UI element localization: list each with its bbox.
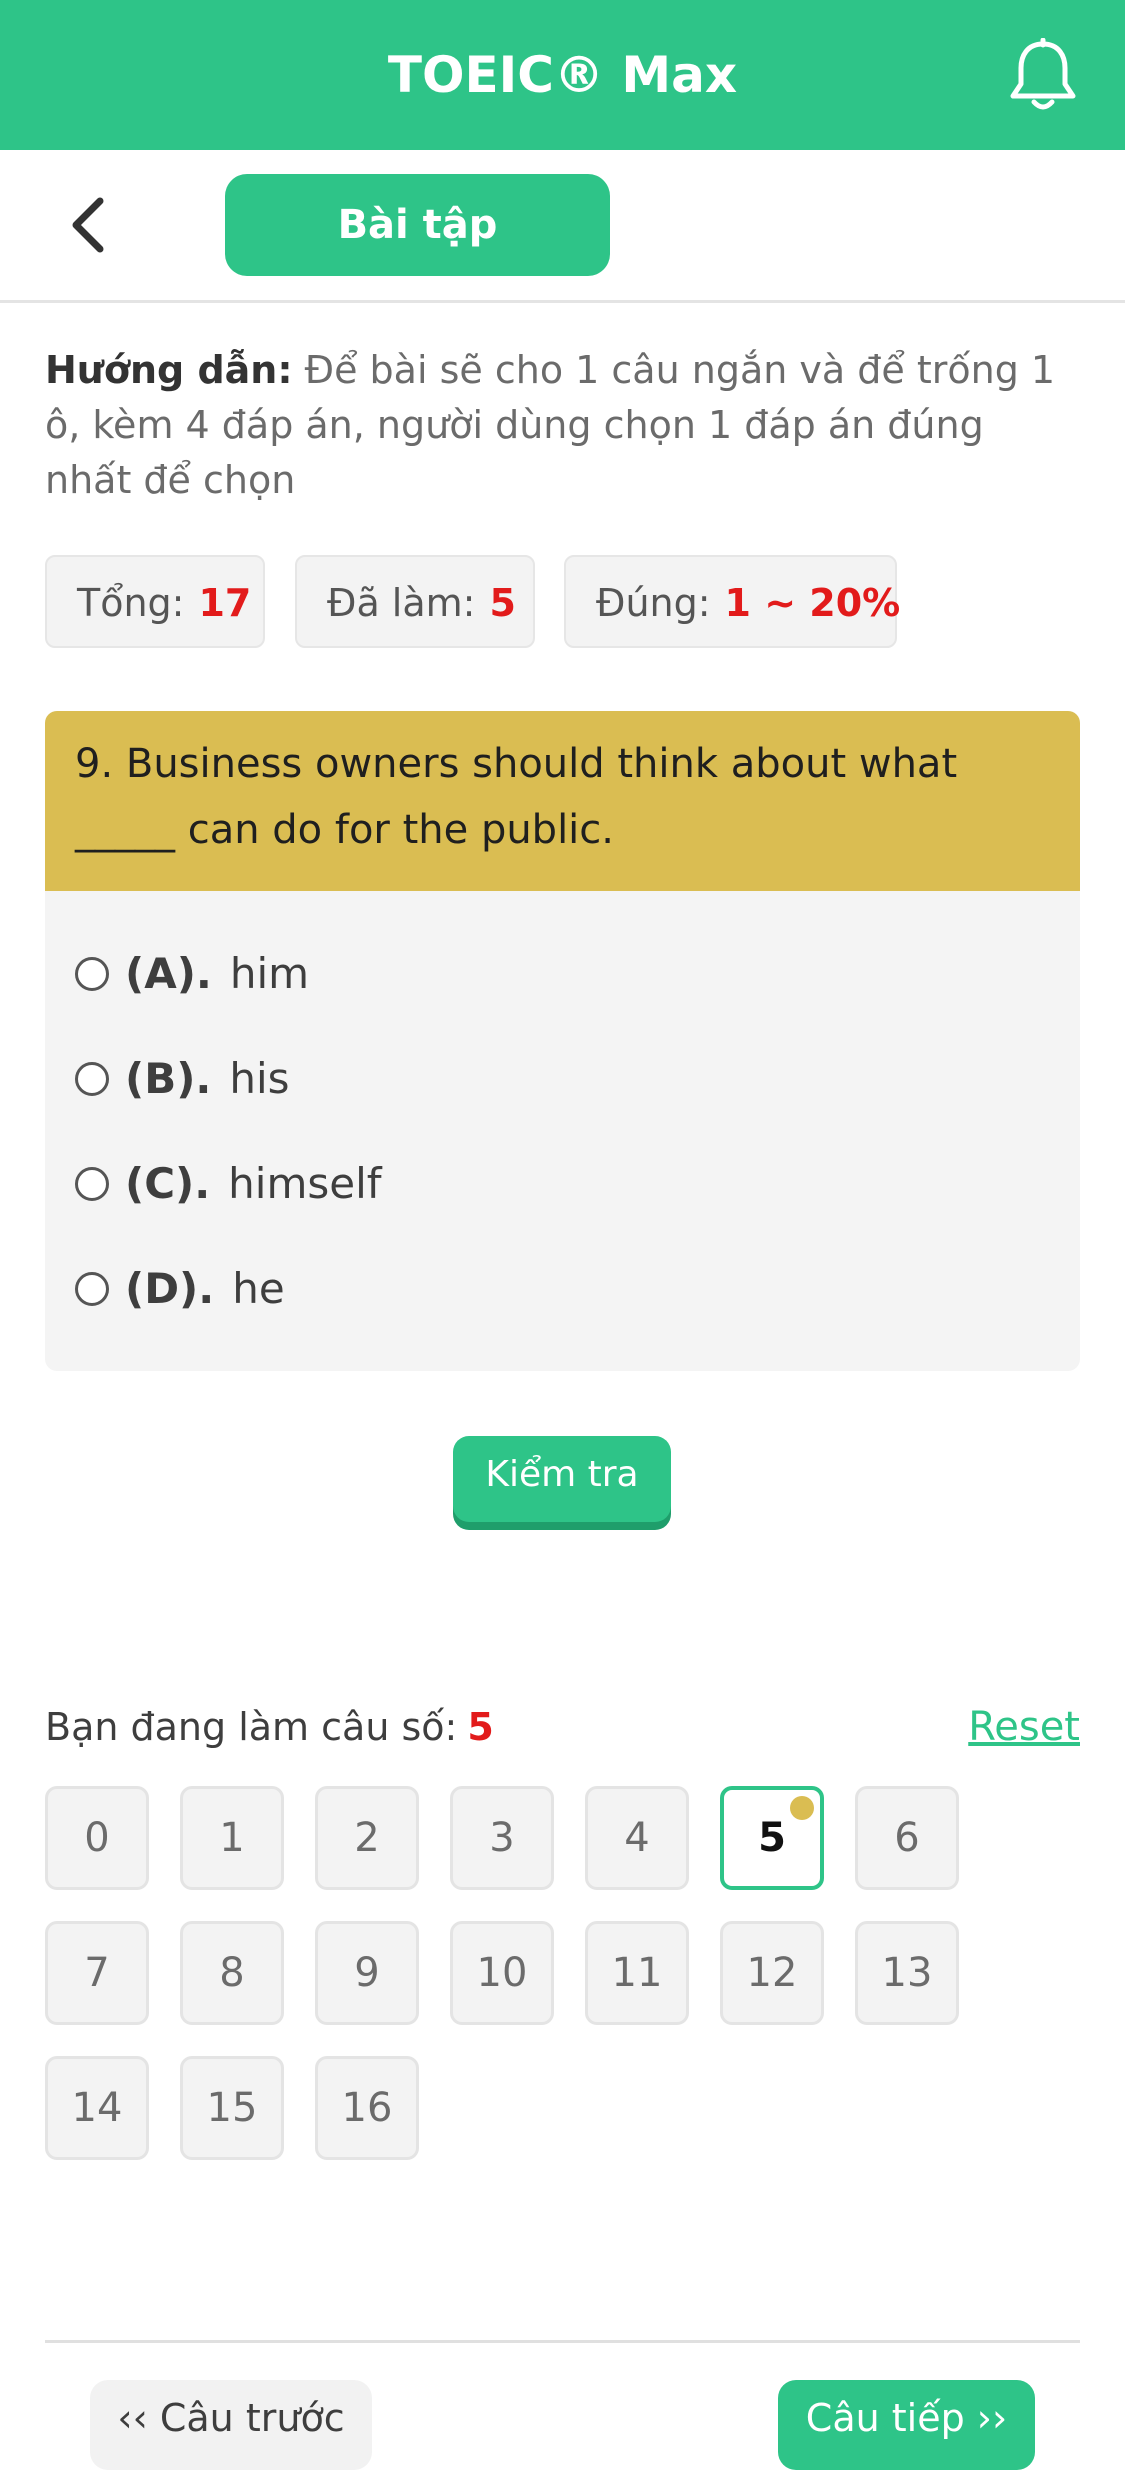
radio-button[interactable] — [75, 1271, 109, 1306]
question-grid: 0 1 2 3 4 5 6 7 8 9 10 11 12 13 14 15 16 — [45, 1786, 1080, 2206]
check-button[interactable]: Kiểm tra — [453, 1436, 671, 1522]
option-text: he — [232, 1264, 285, 1313]
question-cell[interactable]: 9 — [315, 1921, 419, 2025]
option-text: himself — [228, 1159, 382, 1208]
question-cell[interactable]: 11 — [585, 1921, 689, 2025]
question-cell[interactable]: 0 — [45, 1786, 149, 1890]
app-title: TOEIC® Max — [387, 46, 738, 104]
stat-total: Tổng: 17 — [45, 555, 265, 648]
stat-correct: Đúng: 1 ~ 20% — [564, 555, 900, 648]
stat-correct-value: 1 ~ 20% — [724, 581, 901, 625]
stat-total-label: Tổng: — [77, 581, 185, 625]
app-header: TOEIC® Max — [0, 0, 1125, 150]
option-letter: (B). — [125, 1054, 212, 1103]
question-cell[interactable]: 4 — [585, 1786, 689, 1890]
question-cell[interactable]: 7 — [45, 1921, 149, 2025]
question-cell[interactable]: 8 — [180, 1921, 284, 2025]
option-letter: (A). — [125, 949, 212, 998]
option-text: his — [229, 1054, 290, 1103]
tab-exercise[interactable]: Bài tập — [225, 174, 610, 276]
toolbar: Bài tập — [0, 150, 1125, 303]
stat-done-label: Đã làm: — [327, 581, 476, 625]
question-cell[interactable]: 10 — [450, 1921, 554, 2025]
stat-done: Đã làm: 5 — [295, 555, 535, 648]
divider — [45, 2340, 1080, 2343]
question-cell-label: 5 — [758, 1815, 786, 1861]
question-cell[interactable]: 15 — [180, 2056, 284, 2160]
question-cell[interactable]: 2 — [315, 1786, 419, 1890]
bell-icon[interactable] — [1007, 38, 1079, 114]
question-cell-active[interactable]: 5 — [720, 1786, 824, 1890]
question-cell[interactable]: 14 — [45, 2056, 149, 2160]
question-cell[interactable]: 3 — [450, 1786, 554, 1890]
prev-question-button[interactable]: ‹‹ Câu trước — [90, 2380, 372, 2470]
stat-done-value: 5 — [489, 581, 516, 625]
question-cell[interactable]: 1 — [180, 1786, 284, 1890]
option-letter: (D). — [125, 1264, 215, 1313]
option-letter: (C). — [125, 1159, 211, 1208]
question-cell[interactable]: 16 — [315, 2056, 419, 2160]
question-cell[interactable]: 6 — [855, 1786, 959, 1890]
radio-button[interactable] — [75, 1061, 109, 1096]
stat-total-value: 17 — [198, 581, 252, 625]
option-c[interactable]: (C). himself — [75, 1154, 382, 1214]
question-header: 9. Business owners should think about wh… — [45, 711, 1080, 891]
radio-button[interactable] — [75, 1166, 109, 1201]
option-d[interactable]: (D). he — [75, 1259, 285, 1319]
question-text: 9. Business owners should think about wh… — [75, 741, 958, 853]
question-cell[interactable]: 12 — [720, 1921, 824, 2025]
instructions: Hướng dẫn: Để bài sẽ cho 1 câu ngắn và đ… — [45, 343, 1080, 508]
stat-correct-label: Đúng: — [596, 581, 711, 625]
progress-text: Bạn đang làm câu số: — [45, 1705, 458, 1749]
instructions-label: Hướng dẫn: — [45, 348, 293, 392]
reset-link[interactable]: Reset — [968, 1700, 1080, 1754]
next-question-button[interactable]: Câu tiếp ›› — [778, 2380, 1035, 2470]
radio-button[interactable] — [75, 956, 109, 991]
option-text: him — [229, 949, 310, 998]
option-a[interactable]: (A). him — [75, 944, 309, 1004]
chevron-left-icon[interactable] — [60, 195, 120, 255]
progress-label: Bạn đang làm câu số: 5 — [45, 1700, 494, 1754]
question-cell[interactable]: 13 — [855, 1921, 959, 2025]
question-card: 9. Business owners should think about wh… — [45, 711, 1080, 1371]
current-indicator-dot — [790, 1796, 814, 1820]
option-b[interactable]: (B). his — [75, 1049, 290, 1109]
current-question-number: 5 — [467, 1705, 494, 1749]
